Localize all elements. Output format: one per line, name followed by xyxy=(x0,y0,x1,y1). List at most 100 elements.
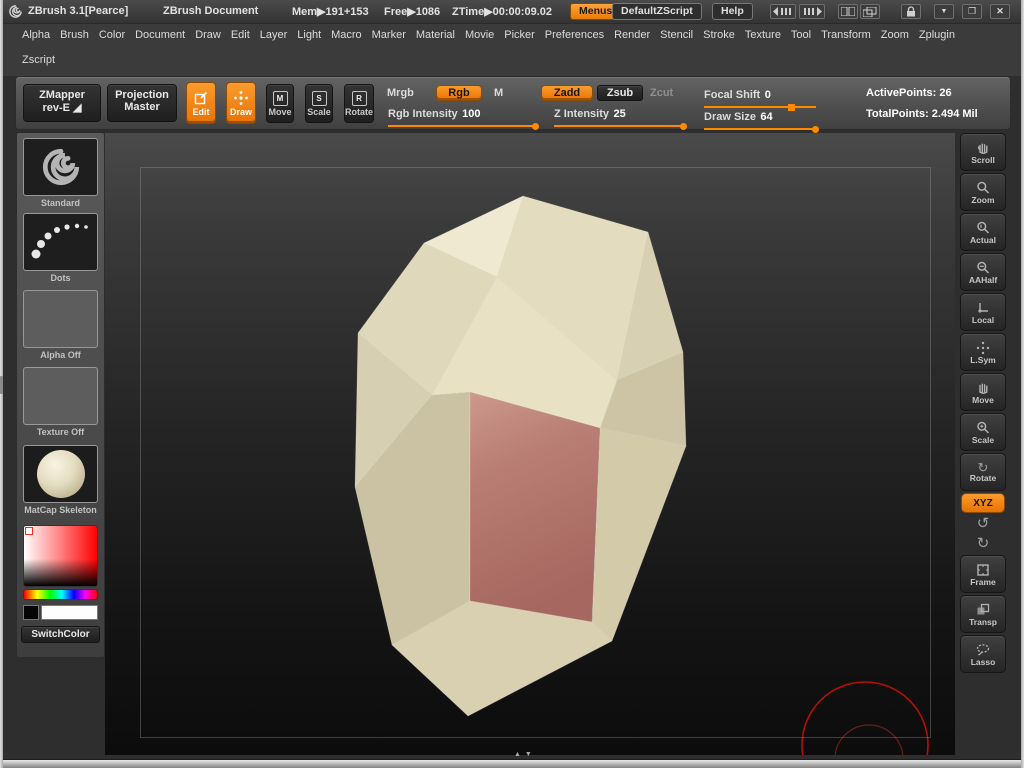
menu-item[interactable]: Draw xyxy=(195,29,221,41)
lsym-button[interactable]: L.Sym xyxy=(960,333,1006,371)
rotate-mode-button[interactable]: R Rotate xyxy=(344,84,374,123)
move-label: Move xyxy=(268,106,292,117)
menu-item[interactable]: Light xyxy=(297,29,321,41)
close-button[interactable]: ✕ xyxy=(990,4,1010,19)
menu-item-zscript[interactable]: Zscript xyxy=(22,54,55,66)
current-brush-button[interactable] xyxy=(23,138,98,196)
xyz-rotation-button[interactable]: XYZ xyxy=(961,493,1005,513)
scale-label: Scale xyxy=(307,106,331,117)
scroll-button[interactable]: Scroll xyxy=(960,133,1006,171)
zoom-button[interactable]: Zoom xyxy=(960,173,1006,211)
zmapper-label-1: ZMapper xyxy=(39,89,85,101)
menu-item[interactable]: Edit xyxy=(231,29,250,41)
rgb-intensity-label: Rgb Intensity xyxy=(388,108,458,120)
move-canvas-button[interactable]: Move xyxy=(960,373,1006,411)
menu-item[interactable]: Alpha xyxy=(22,29,50,41)
document-canvas[interactable] xyxy=(105,133,955,755)
scale-canvas-label: Scale xyxy=(971,434,995,445)
draw-size-slider[interactable]: Draw Size 64 xyxy=(704,107,819,133)
dock-slider-left-icon[interactable] xyxy=(770,4,796,19)
menu-item[interactable]: Texture xyxy=(745,29,781,41)
title-bar: ZBrush 3.1[Pearce] ZBrush Document Mem▶1… xyxy=(0,0,1024,24)
edit-mode-button[interactable]: Edit xyxy=(186,82,216,124)
curved-arrow-left-icon[interactable]: ↺ xyxy=(977,515,990,533)
top-shelf: ZMapper rev-E ◢ Projection Master Edit D… xyxy=(15,76,1011,133)
menu-item[interactable]: Document xyxy=(135,29,185,41)
menu-item[interactable]: Macro xyxy=(331,29,362,41)
move-mode-button[interactable]: M Move xyxy=(266,84,294,123)
menu-item[interactable]: Material xyxy=(416,29,455,41)
app-title: ZBrush 3.1[Pearce] xyxy=(28,5,129,17)
projection-label-2: Master xyxy=(124,101,160,113)
actual-size-button[interactable]: Actual xyxy=(960,213,1006,251)
z-intensity-handle[interactable] xyxy=(680,122,687,130)
transp-button[interactable]: Transp xyxy=(960,595,1006,633)
current-stroke-button[interactable] xyxy=(23,213,98,271)
primary-color-swatch[interactable] xyxy=(41,605,98,620)
cascade-windows-icon[interactable] xyxy=(860,4,880,19)
menu-item[interactable]: Stencil xyxy=(660,29,693,41)
draw-size-track[interactable] xyxy=(704,125,819,133)
restore-button[interactable]: ❐ xyxy=(962,4,982,19)
tile-windows-icon[interactable] xyxy=(838,4,858,19)
z-intensity-slider[interactable]: Z Intensity 25 xyxy=(554,104,687,130)
current-material-button[interactable] xyxy=(23,445,98,503)
menu-item[interactable]: Color xyxy=(99,29,125,41)
color-picker-area[interactable] xyxy=(23,525,98,587)
scale-key-icon: S xyxy=(311,90,327,106)
canvas-divider-handle[interactable]: ▲ ▼ xyxy=(514,751,533,758)
menu-item[interactable]: Zplugin xyxy=(919,29,955,41)
local-button[interactable]: Local xyxy=(960,293,1006,331)
rotate-canvas-button[interactable]: ↻ Rotate xyxy=(960,453,1006,491)
menu-item[interactable]: Marker xyxy=(372,29,406,41)
menu-item[interactable]: Render xyxy=(614,29,650,41)
frame-button[interactable]: Frame xyxy=(960,555,1006,593)
projection-master-button[interactable]: Projection Master xyxy=(107,84,177,122)
rgb-intensity-track[interactable] xyxy=(388,122,539,130)
hue-bar[interactable] xyxy=(23,589,98,600)
menu-item[interactable]: Brush xyxy=(60,29,89,41)
rgb-intensity-slider[interactable]: Rgb Intensity 100 xyxy=(388,104,539,130)
menu-item[interactable]: Preferences xyxy=(545,29,604,41)
edit-icon xyxy=(193,90,209,106)
menu-item[interactable]: Zoom xyxy=(881,29,909,41)
menu-item[interactable]: Stroke xyxy=(703,29,735,41)
draw-size-handle[interactable] xyxy=(812,125,819,133)
current-alpha-button[interactable] xyxy=(23,290,98,348)
dock-slider-right-icon[interactable] xyxy=(799,4,825,19)
help-button[interactable]: Help xyxy=(712,3,753,20)
default-zscript-button[interactable]: DefaultZScript xyxy=(612,3,702,20)
menu-item[interactable]: Movie xyxy=(465,29,494,41)
scale-canvas-button[interactable]: Scale xyxy=(960,413,1006,451)
focal-shift-slider[interactable]: Focal Shift 0 xyxy=(704,85,818,111)
color-picker-cursor[interactable] xyxy=(25,527,33,535)
z-intensity-track[interactable] xyxy=(554,122,687,130)
lock-icon[interactable] xyxy=(901,4,921,19)
switch-color-button[interactable]: SwitchColor xyxy=(21,626,100,643)
rgb-intensity-handle[interactable] xyxy=(532,122,539,130)
mrgb-toggle[interactable]: Mrgb xyxy=(387,87,414,99)
left-tray-handle[interactable] xyxy=(0,376,3,394)
lasso-button[interactable]: Lasso xyxy=(960,635,1006,673)
menu-item[interactable]: Transform xyxy=(821,29,871,41)
lasso-label: Lasso xyxy=(970,656,996,667)
draw-icon xyxy=(233,90,249,106)
m-toggle[interactable]: M xyxy=(494,87,503,99)
aahalf-button[interactable]: AAHalf xyxy=(960,253,1006,291)
current-texture-button[interactable] xyxy=(23,367,98,425)
rgb-toggle[interactable]: Rgb xyxy=(436,85,482,101)
magnifier-icon xyxy=(975,180,991,196)
zmapper-button[interactable]: ZMapper rev-E ◢ xyxy=(23,84,101,122)
scale-mode-button[interactable]: S Scale xyxy=(305,84,333,123)
zcut-toggle[interactable]: Zcut xyxy=(650,87,673,99)
zadd-toggle[interactable]: Zadd xyxy=(541,85,593,101)
window-frame-bottom xyxy=(0,759,1024,768)
zsub-toggle[interactable]: Zsub xyxy=(597,85,643,101)
menu-item[interactable]: Picker xyxy=(504,29,535,41)
curved-arrow-right-icon[interactable]: ↻ xyxy=(977,535,990,553)
secondary-color-swatch[interactable] xyxy=(23,605,39,620)
menu-item[interactable]: Layer xyxy=(260,29,288,41)
minimize-button[interactable]: ▼ xyxy=(934,4,954,19)
menu-item[interactable]: Tool xyxy=(791,29,811,41)
draw-mode-button[interactable]: Draw xyxy=(226,82,256,124)
